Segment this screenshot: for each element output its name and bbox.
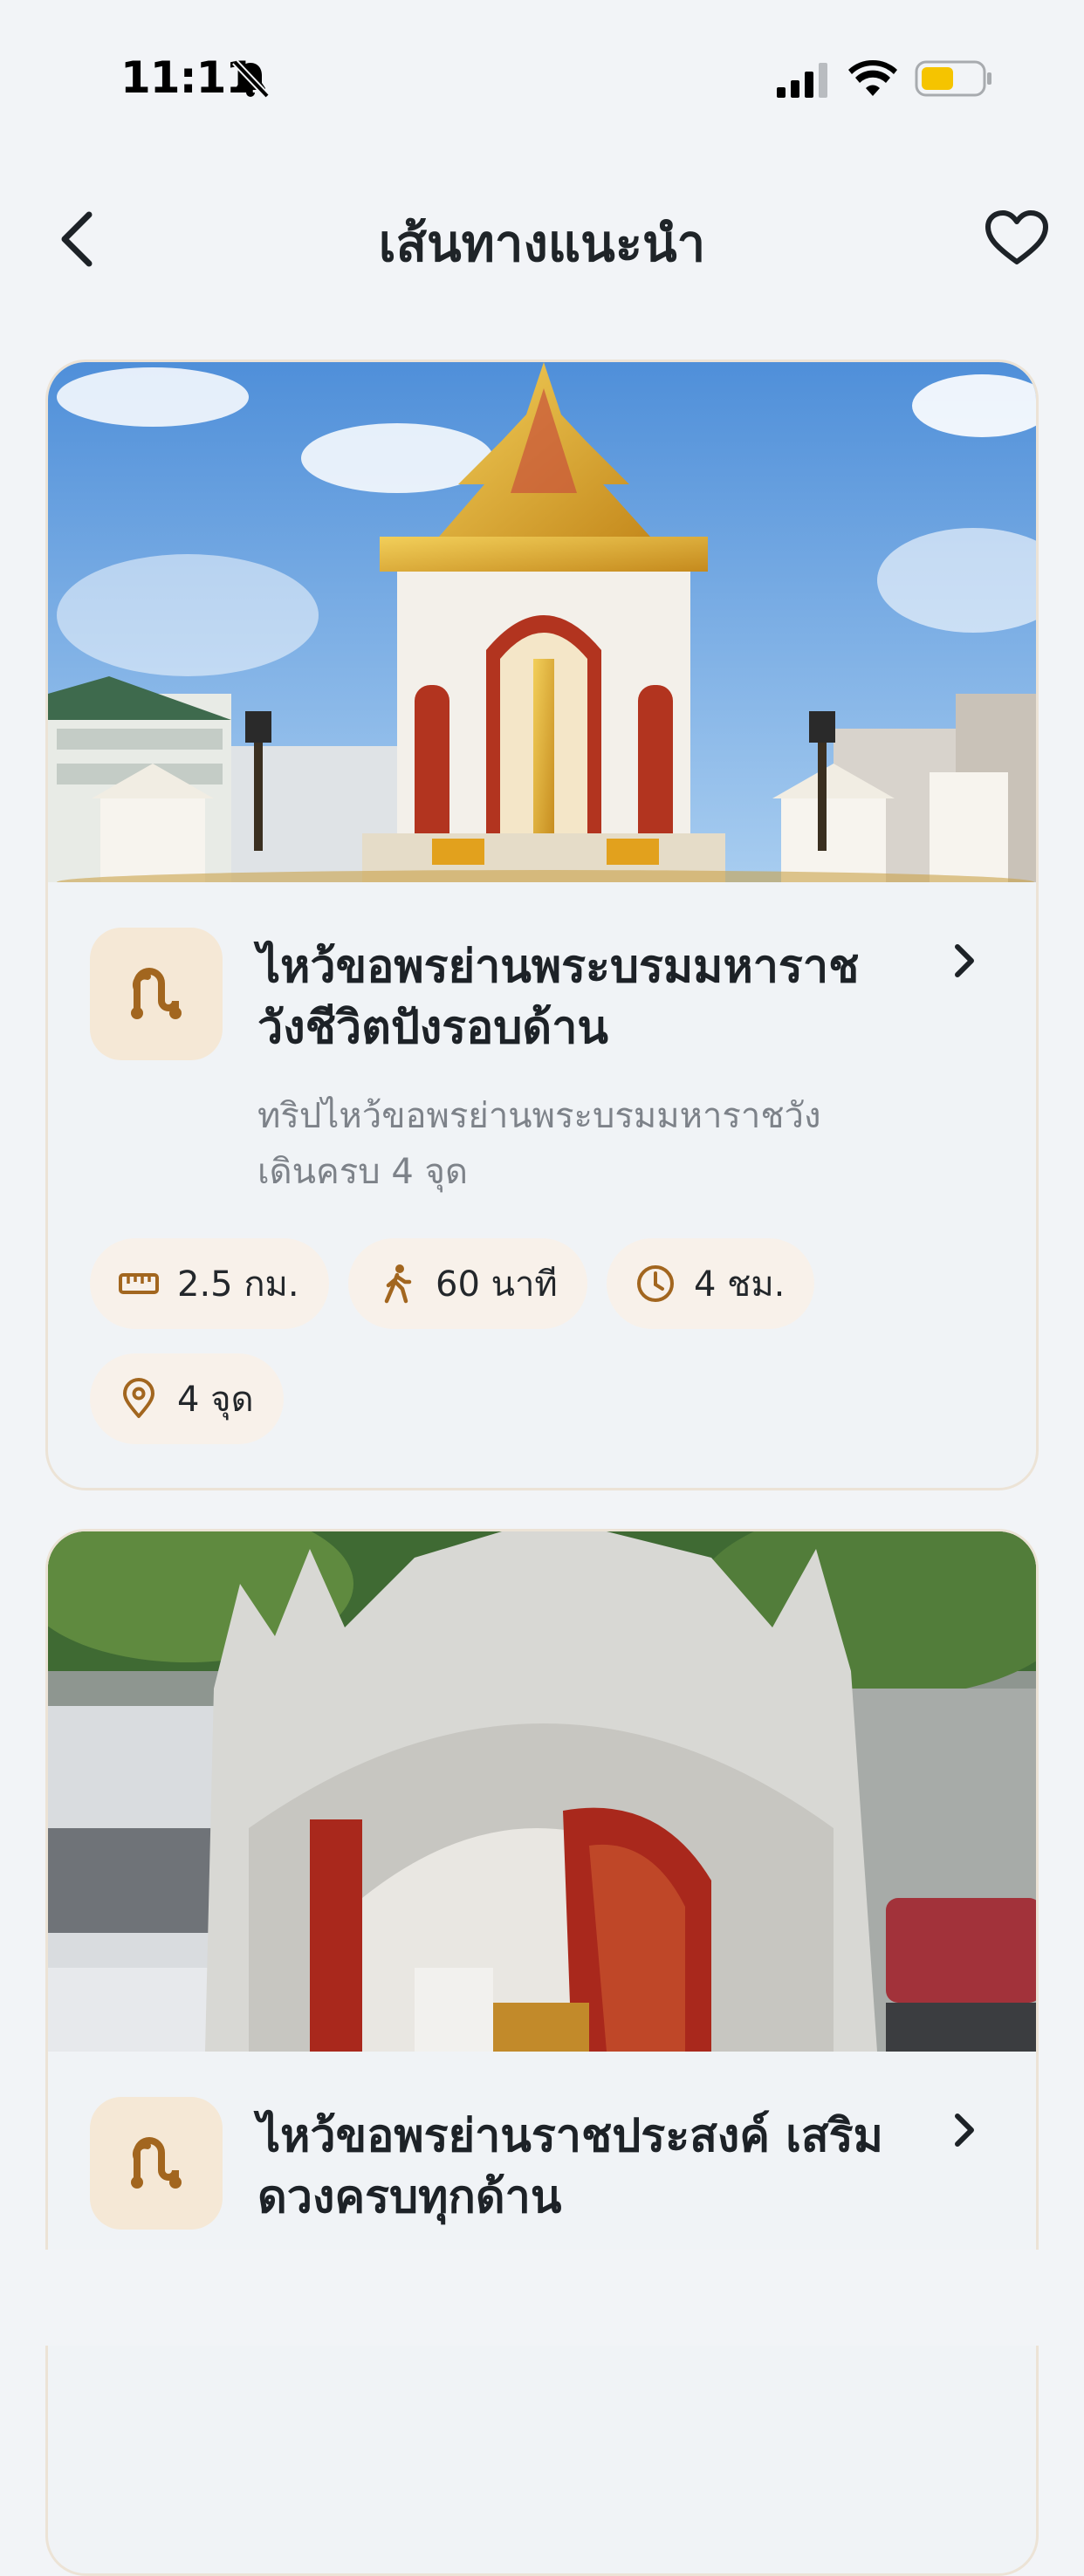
stat-walking-time: 60 นาที	[348, 1238, 587, 1329]
route-icon	[131, 968, 182, 1019]
location-pin-icon	[123, 1378, 154, 1418]
page-title: เส้นทางแนะนำ	[378, 214, 706, 273]
route-icon	[131, 2137, 182, 2189]
route-card[interactable]: ไหว้ขอพรย่านพระบรมมหาราช วังชีวิตปังรอบด…	[45, 360, 1039, 1490]
battery-icon	[915, 60, 991, 97]
route-card[interactable]: ไหว้ขอพรย่านราชประสงค์ เสริม ดวงครบทุกด้…	[45, 1529, 1039, 2576]
chevron-right-icon[interactable]	[949, 2111, 980, 2149]
route-description: ทริปไหว้ขอพรย่านพระบรมมหาราชวัง เดินครบ …	[257, 1096, 821, 1192]
bell-slash-icon	[232, 59, 270, 99]
route-type-badge	[90, 2097, 223, 2230]
clock-icon	[637, 1265, 674, 1302]
route-photo	[48, 362, 1036, 882]
walking-icon	[384, 1264, 412, 1304]
stat-duration: 4 ชม.	[607, 1238, 815, 1329]
stat-distance: 2.5 กม.	[90, 1238, 329, 1329]
route-type-badge	[90, 928, 223, 1060]
route-title: ไหว้ขอพรย่านราชประสงค์ เสริม ดวงครบทุกด้…	[257, 2110, 883, 2223]
heart-outline-icon[interactable]	[985, 209, 1049, 267]
stat-stops: 4 จุด	[90, 1353, 284, 1444]
route-photo	[48, 1531, 1036, 2052]
wifi-icon	[848, 59, 897, 96]
status-bar: 11:11	[0, 0, 1084, 140]
chevron-right-icon[interactable]	[949, 942, 980, 980]
route-title: ไหว้ขอพรย่านพระบรมมหาราช วังชีวิตปังรอบด…	[257, 941, 860, 1054]
ruler-icon	[119, 1273, 159, 1294]
cellular-signal-icon	[777, 63, 827, 98]
bottom-safe-area	[0, 2250, 1084, 2346]
